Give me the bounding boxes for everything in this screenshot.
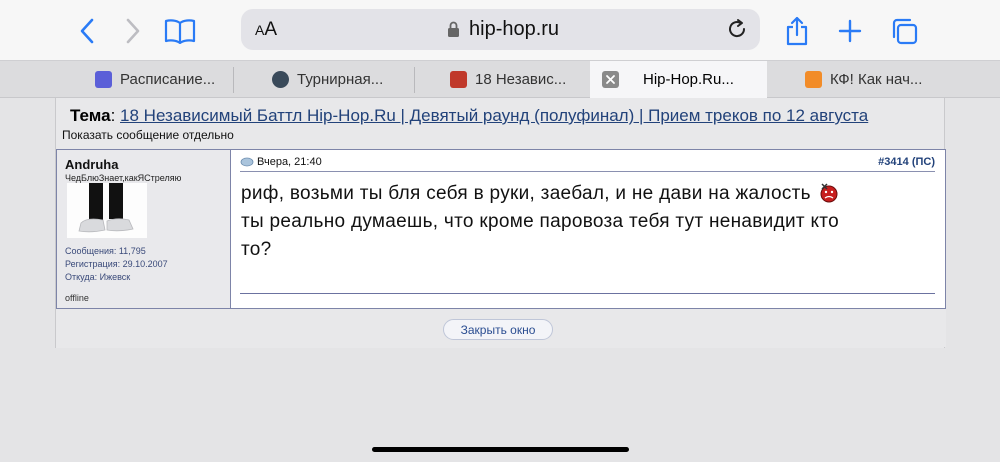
schedule-favicon-icon	[95, 71, 112, 88]
book-icon	[164, 19, 196, 44]
user-title: ЧедБлюЗнает,какЯСтреляю	[65, 173, 182, 183]
ps-link[interactable]: (ПС)	[912, 156, 935, 168]
popup-footer: Закрыть окно	[56, 309, 946, 347]
tab-kf[interactable]: КФ! Как нач...	[805, 61, 955, 98]
tab-schedule[interactable]: Расписание...	[95, 61, 230, 98]
angry-smiley-icon	[820, 183, 838, 203]
tab-bar: Расписание... Турнирная... 18 Независ...…	[0, 60, 1000, 98]
share-icon	[786, 16, 808, 46]
plus-icon	[838, 19, 862, 43]
user-info-panel: Andruha ЧедБлюЗнает,какЯСтреляю Сообщени…	[57, 150, 231, 308]
tab-label: Турнирная...	[297, 71, 384, 88]
post-number-link[interactable]: #3414	[878, 156, 909, 168]
address-bar[interactable]: AA hip-hop.ru	[241, 9, 760, 50]
post-date-text: Вчера, 21:40	[257, 156, 322, 168]
tab-label: Hip-Hop.Ru...	[643, 71, 734, 88]
kf-favicon-icon	[805, 71, 822, 88]
show-single-post-text: Показать сообщение отдельно	[62, 128, 234, 142]
post-popup: Тема: 18 Независимый Баттл Hip-Hop.Ru | …	[55, 98, 946, 348]
chevron-right-icon	[126, 18, 140, 44]
tab-hiphop-active[interactable]: Hip-Hop.Ru...	[590, 61, 767, 98]
post-text-line: то?	[241, 239, 272, 260]
tab-label: 18 Независ...	[475, 71, 567, 88]
crown-favicon-icon	[272, 71, 289, 88]
forward-button[interactable]	[115, 14, 149, 48]
post-icon	[240, 157, 254, 166]
reload-button[interactable]	[726, 18, 748, 45]
lock-icon	[448, 21, 459, 37]
username[interactable]: Andruha	[65, 157, 118, 172]
chevron-left-icon	[80, 18, 94, 44]
user-registration: Регистрация: 29.10.2007	[65, 259, 168, 269]
avatar[interactable]	[67, 183, 147, 238]
share-button[interactable]	[780, 14, 814, 48]
post: Andruha ЧедБлюЗнает,какЯСтреляю Сообщени…	[56, 149, 946, 309]
tab-label: Расписание...	[120, 71, 216, 88]
tab-tournament[interactable]: Турнирная...	[272, 61, 412, 98]
bookmarks-button[interactable]	[163, 14, 197, 48]
divider	[240, 293, 935, 294]
post-text-line: риф, возьми ты бля себя в руки, заебал, …	[241, 183, 811, 204]
page-content: Тема: 18 Независимый Баттл Hip-Hop.Ru | …	[0, 98, 1000, 462]
back-button[interactable]	[71, 14, 105, 48]
close-tab-icon[interactable]	[602, 71, 619, 88]
user-location: Откуда: Ижевск	[65, 272, 131, 282]
thread-topic: Тема: 18 Независимый Баттл Hip-Hop.Ru | …	[70, 106, 869, 125]
post-number[interactable]: #3414 (ПС)	[878, 156, 935, 168]
post-text: риф, возьми ты бля себя в руки, заебал, …	[241, 180, 931, 264]
close-window-button[interactable]: Закрыть окно	[443, 319, 553, 340]
tab-battle[interactable]: 18 Независ...	[450, 61, 582, 98]
post-body: Вчера, 21:40 #3414 (ПС) риф, возьми ты б…	[232, 150, 945, 308]
tabs-overview-button[interactable]	[887, 14, 921, 48]
battle-favicon-icon	[450, 71, 467, 88]
post-date: Вчера, 21:40	[240, 156, 322, 168]
home-indicator[interactable]	[372, 447, 629, 452]
topic-label: Тема	[70, 106, 111, 125]
tab-label: КФ! Как нач...	[830, 71, 923, 88]
user-status: offline	[65, 293, 89, 303]
address-host: hip-hop.ru	[447, 18, 559, 41]
topic-link[interactable]: 18 Независимый Баттл Hip-Hop.Ru | Девяты…	[120, 106, 868, 125]
user-post-count: Сообщения: 11,795	[65, 246, 146, 256]
divider	[240, 171, 935, 172]
post-text-line: ты реально думаешь, что кроме паровоза т…	[241, 211, 839, 232]
text-size-button[interactable]: AA	[255, 19, 277, 41]
new-tab-button[interactable]	[833, 14, 867, 48]
host-text: hip-hop.ru	[469, 18, 560, 40]
browser-toolbar: AA hip-hop.ru	[0, 0, 1000, 60]
reload-icon	[729, 19, 746, 38]
tabs-icon	[892, 18, 918, 45]
